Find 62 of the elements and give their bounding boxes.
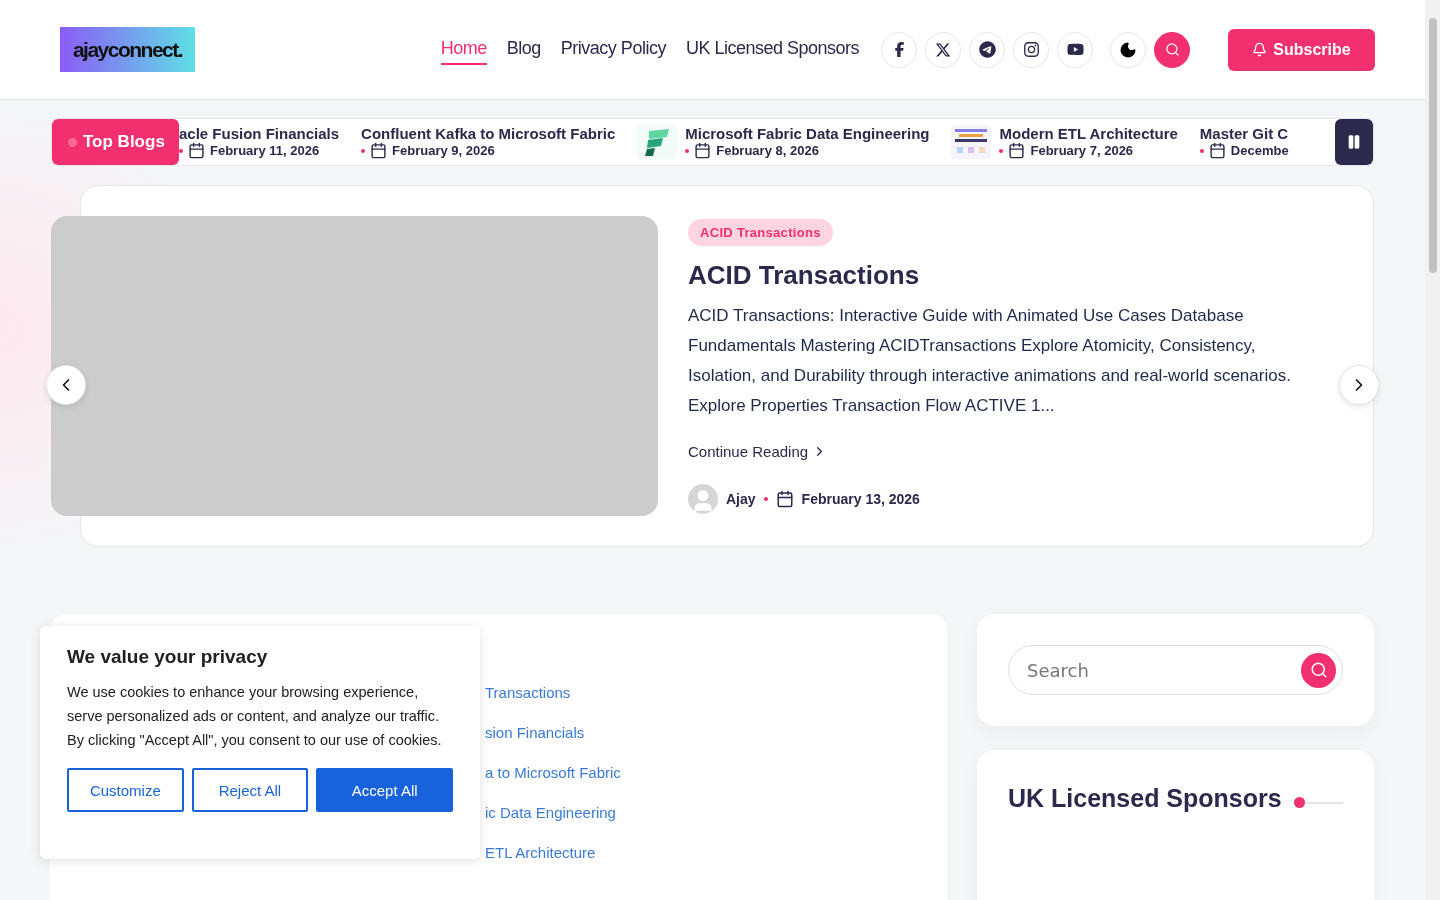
calendar-icon <box>370 142 388 159</box>
ticker-date: February 7, 2026 <box>1030 143 1134 158</box>
post-date: February 13, 2026 <box>801 490 920 507</box>
calendar-icon <box>694 142 712 159</box>
ticker-title[interactable]: Microsoft Fabric Data Engineering <box>685 125 930 142</box>
ticker-title[interactable]: Master Git C <box>1199 125 1289 142</box>
ticker-date: Decembe <box>1230 143 1289 158</box>
calendar-icon <box>1208 142 1226 159</box>
bell-icon <box>1252 42 1268 57</box>
calendar-icon <box>1008 142 1026 159</box>
social-button[interactable] <box>925 31 961 68</box>
ticker-title[interactable]: Confluent Kafka to Microsoft Fabric <box>361 125 616 142</box>
search-icon <box>1309 661 1328 679</box>
nav-link[interactable]: Privacy Policy <box>560 34 666 65</box>
nav-link[interactable]: Home <box>440 34 487 65</box>
calendar-icon <box>775 489 794 508</box>
post-link[interactable]: a to Microsoft Fabric <box>485 764 947 785</box>
post-link[interactable]: ic Data Engineering <box>485 804 947 825</box>
consent-button[interactable]: Accept All <box>316 768 453 812</box>
search-button[interactable] <box>1154 31 1190 68</box>
social-button[interactable] <box>1057 31 1093 68</box>
title-decoration <box>1293 797 1343 808</box>
ticker-date: February 8, 2026 <box>716 143 819 158</box>
instagram-icon <box>1022 41 1040 58</box>
ticker-label: Top Blogs <box>52 119 179 165</box>
continue-reading-link[interactable]: Continue Reading <box>688 442 828 460</box>
pause-button[interactable] <box>1335 119 1373 165</box>
dialog-text: We use cookies to enhance your browsing experience, serve personalized ads or content, and analyze our traffic. By clicking "Accept All", you consent to our use of cookies. <box>67 683 443 750</box>
social-button[interactable] <box>1013 31 1049 68</box>
post-link[interactable]: sion Financials <box>485 724 947 745</box>
subscribe-button[interactable]: Subscribe <box>1228 28 1375 71</box>
nav-link[interactable]: UK Licensed Sponsors <box>685 34 859 65</box>
author-name[interactable]: Ajay <box>726 490 756 507</box>
post-excerpt: ACID Transactions: Interactive Guide with Animated Use Cases Database Fundamentals Mastering ACIDTransactions Explore Atomicity, Consistency, Isolation, and Durability through interactive animations and real-world scenarios. Explore Properties Transaction Flow ACTIVE 1... <box>688 304 1292 417</box>
post-link[interactable]: ETL Architecture <box>485 844 947 865</box>
avatar <box>688 483 718 514</box>
consent-button[interactable]: Customize <box>67 768 184 812</box>
post-title[interactable]: ACID Transactions <box>688 259 920 291</box>
search-button[interactable] <box>1301 652 1336 688</box>
ticker-title[interactable]: Modern ETL Architecture <box>999 125 1178 142</box>
search-field[interactable]: Search <box>1008 645 1343 695</box>
dark-mode-button[interactable] <box>1110 31 1146 68</box>
pause-icon <box>1346 134 1362 150</box>
youtube-icon <box>1066 41 1084 58</box>
ticker-title[interactable]: acle Fusion Financials <box>179 125 340 142</box>
logo[interactable]: ajayconnect. <box>60 27 195 72</box>
consent-button[interactable]: Reject All <box>191 768 309 812</box>
paper-plane-icon <box>978 41 996 58</box>
nav-link[interactable]: Blog <box>506 34 541 65</box>
moon-icon <box>1119 40 1137 59</box>
ticker-date: February 11, 2026 <box>210 143 320 158</box>
social-button[interactable] <box>881 31 917 68</box>
calendar-icon <box>188 142 205 159</box>
x-icon <box>935 41 951 58</box>
search-icon <box>1164 42 1180 57</box>
ticker-date: February 9, 2026 <box>392 143 495 158</box>
search-input[interactable]: Search <box>1025 658 1301 682</box>
social-button[interactable] <box>969 31 1005 68</box>
post-link[interactable]: Transactions <box>485 684 947 705</box>
dialog-title: We value your privacy <box>67 646 269 668</box>
scrollbar[interactable] <box>1425 0 1440 900</box>
widget-title: UK Licensed Sponsors <box>1008 784 1282 813</box>
